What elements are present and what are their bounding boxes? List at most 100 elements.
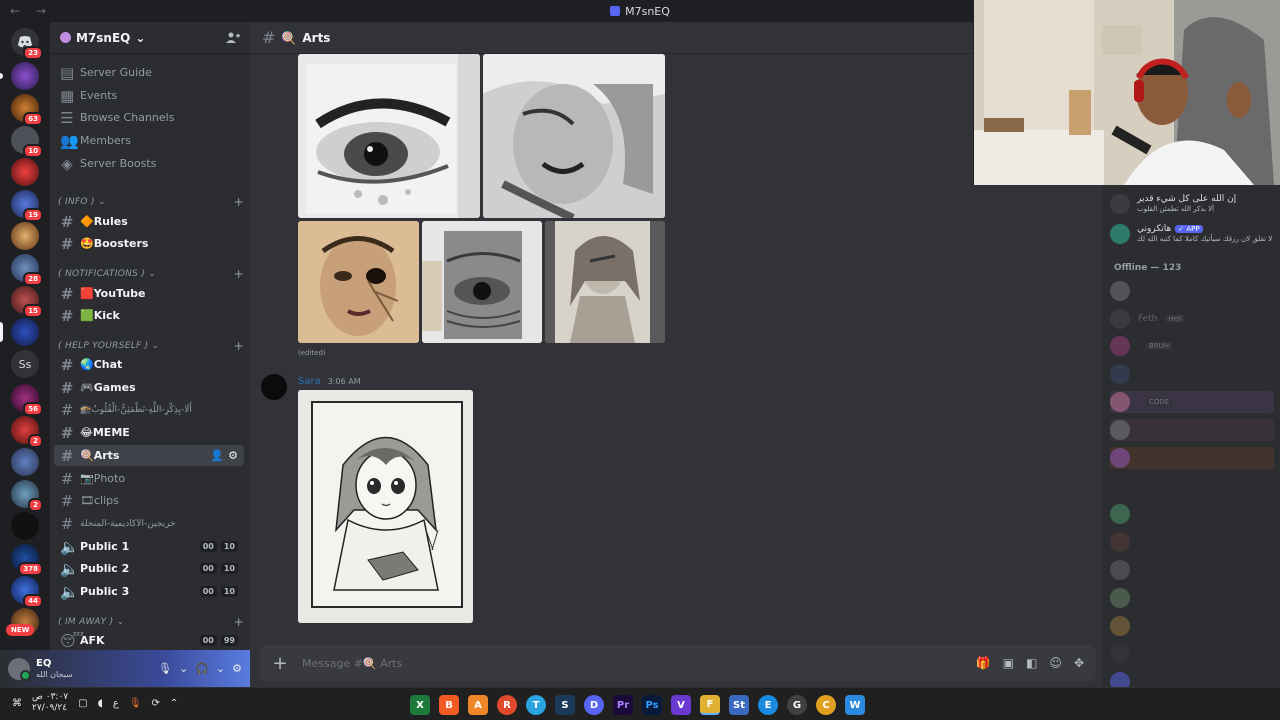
- category-help-yourself[interactable]: ( HELP YOURSELF ) ⌄ +: [58, 338, 244, 354]
- server-icon[interactable]: 28: [11, 254, 43, 286]
- channel-dhikr[interactable]: # 🕋أَلَا-بِذِكْرِ-اللَّهِ-تَطْمَئِنُّ-الْ…: [54, 399, 244, 420]
- server-icon[interactable]: Ss: [11, 350, 39, 378]
- server-icon[interactable]: 378: [11, 544, 43, 576]
- user-info[interactable]: EQ سبحان الله: [36, 658, 73, 680]
- app-icon[interactable]: R: [497, 695, 517, 715]
- invite-icon[interactable]: [226, 32, 240, 44]
- channel-clips[interactable]: # 🎞clips: [54, 490, 244, 511]
- volume-icon[interactable]: ◖: [98, 698, 103, 709]
- windows-start-icon[interactable]: W: [845, 695, 865, 715]
- sidebar-item-server-guide[interactable]: ▤ Server Guide: [54, 62, 244, 83]
- channel-meme[interactable]: # 😂MEME: [54, 422, 244, 443]
- server-icon[interactable]: 2: [11, 480, 43, 512]
- excel-icon[interactable]: X: [410, 695, 430, 715]
- category-info[interactable]: ( INFO ) ⌄ +: [58, 194, 244, 210]
- member-row[interactable]: BRUH: [1110, 335, 1274, 357]
- attachment-image[interactable]: [298, 390, 473, 623]
- member-row[interactable]: Feth Hell: [1110, 308, 1274, 330]
- app-icon[interactable]: A: [468, 695, 488, 715]
- steam-icon[interactable]: S: [555, 695, 575, 715]
- gear-icon[interactable]: ⚙: [228, 449, 238, 462]
- server-icon[interactable]: [0, 62, 39, 90]
- history-nav[interactable]: ← →: [10, 4, 52, 18]
- chrome-icon[interactable]: C: [816, 695, 836, 715]
- member-row[interactable]: إن الله على كل شيء قدير ألا بذكر الله تطم…: [1110, 192, 1274, 216]
- add-channel-icon[interactable]: +: [234, 339, 244, 353]
- app-icon[interactable]: G: [787, 695, 807, 715]
- chevron-down-icon[interactable]: ⌄: [179, 662, 188, 675]
- channel-youtube[interactable]: # 🟥YouTube: [54, 283, 244, 304]
- gif-icon[interactable]: ▣: [1003, 656, 1014, 670]
- member-row[interactable]: [1110, 447, 1274, 469]
- notifications-icon[interactable]: ▢: [78, 698, 87, 709]
- channel-games[interactable]: # 🎮Games: [54, 377, 244, 398]
- member-row[interactable]: [1110, 280, 1274, 302]
- member-row[interactable]: CODE: [1110, 391, 1274, 413]
- channel-chat[interactable]: # 🌏Chat: [54, 354, 244, 375]
- microphone-icon[interactable]: 🎙: [158, 662, 172, 675]
- channel-graduates[interactable]: # خريجين-الاكاديمية-المنحلة: [54, 513, 244, 534]
- chevron-up-icon[interactable]: ⌃: [170, 698, 178, 709]
- network-icon[interactable]: ⌘: [12, 698, 22, 709]
- avatar[interactable]: [8, 657, 31, 681]
- add-channel-icon[interactable]: +: [234, 267, 244, 281]
- message-input[interactable]: Message #🍭 Arts: [302, 657, 402, 670]
- server-icon[interactable]: 63: [11, 94, 43, 126]
- category-im-away[interactable]: ( IM AWAY ) ⌄ +: [58, 614, 244, 630]
- attachment-image[interactable]: [545, 221, 665, 343]
- channel-rules[interactable]: # 🔶Rules: [54, 211, 244, 232]
- server-icon[interactable]: [11, 158, 39, 186]
- voice-public-3[interactable]: 🔈 Public 3 00 10: [54, 581, 244, 602]
- category-notifications[interactable]: ( NOTIFICATIONS ) ⌄ +: [58, 266, 244, 282]
- premiere-icon[interactable]: Pr: [613, 695, 633, 715]
- server-icon[interactable]: 56: [11, 384, 43, 416]
- sidebar-item-browse-channels[interactable]: ☰ Browse Channels: [54, 107, 244, 128]
- attachment-image[interactable]: [483, 54, 665, 218]
- app-icon[interactable]: V: [671, 695, 691, 715]
- language-indicator[interactable]: ع: [113, 698, 119, 709]
- discord-home-button[interactable]: 23: [11, 28, 43, 60]
- add-attachment-button[interactable]: +: [272, 653, 288, 674]
- voice-afk[interactable]: 😴 AFK 00 99: [54, 630, 244, 650]
- attachment-image[interactable]: [422, 221, 542, 343]
- add-channel-icon[interactable]: +: [234, 195, 244, 209]
- member-row[interactable]: [1110, 615, 1274, 637]
- server-icon[interactable]: [0, 318, 39, 346]
- member-row[interactable]: [1110, 475, 1274, 497]
- avatar[interactable]: [261, 374, 287, 400]
- edge-icon[interactable]: E: [758, 695, 778, 715]
- discord-icon[interactable]: D: [584, 695, 604, 715]
- apps-icon[interactable]: ✥: [1074, 656, 1084, 670]
- server-icon[interactable]: 15: [11, 286, 43, 318]
- attachment-image[interactable]: [298, 54, 480, 218]
- member-row[interactable]: [1110, 363, 1274, 385]
- sidebar-item-events[interactable]: ▦ Events: [54, 85, 244, 106]
- sidebar-item-server-boosts[interactable]: ◈ Server Boosts: [54, 153, 244, 174]
- member-row[interactable]: [1110, 643, 1274, 665]
- member-row[interactable]: [1110, 587, 1274, 609]
- brave-icon[interactable]: B: [439, 695, 459, 715]
- channel-boosters[interactable]: # 🤩Boosters: [54, 233, 244, 254]
- server-icon[interactable]: [11, 512, 39, 540]
- member-row[interactable]: [1110, 671, 1274, 687]
- add-channel-icon[interactable]: +: [234, 615, 244, 629]
- telegram-icon[interactable]: T: [526, 695, 546, 715]
- file-explorer-icon[interactable]: F: [700, 695, 720, 715]
- server-icon[interactable]: [11, 448, 39, 476]
- sticker-icon[interactable]: ◧: [1026, 656, 1037, 670]
- voice-public-2[interactable]: 🔈 Public 2 00 10: [54, 558, 244, 579]
- member-row[interactable]: هاتكروني ✓ APP لا تقلق لان رزقك سيأتيك كام…: [1110, 222, 1274, 246]
- attachment-image[interactable]: [298, 221, 419, 343]
- headphones-icon[interactable]: 🎧: [195, 662, 209, 675]
- gear-icon[interactable]: ⚙: [232, 662, 242, 675]
- member-row[interactable]: [1110, 503, 1274, 525]
- server-icon[interactable]: 44: [11, 576, 43, 608]
- member-row[interactable]: [1110, 531, 1274, 553]
- emoji-icon[interactable]: ☺: [1049, 656, 1062, 670]
- member-row[interactable]: [1110, 419, 1274, 441]
- guild-header[interactable]: M7snEQ ⌄: [50, 22, 250, 54]
- server-icon[interactable]: [11, 222, 39, 250]
- sync-icon[interactable]: ⟳: [152, 698, 160, 709]
- chevron-down-icon[interactable]: ⌄: [216, 662, 225, 675]
- photoshop-icon[interactable]: Ps: [642, 695, 662, 715]
